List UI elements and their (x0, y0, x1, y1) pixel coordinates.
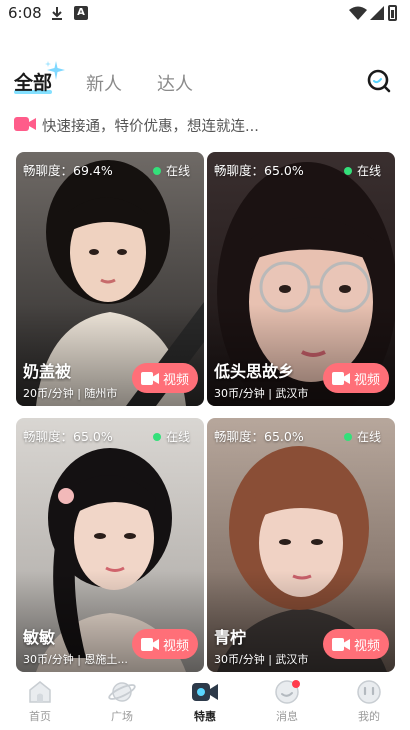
online-status: 在线 (152, 162, 190, 179)
unread-badge (292, 680, 300, 688)
status-time: 6:08 (8, 4, 42, 22)
host-card[interactable]: 畅聊度：65.0% 在线 低头思故乡 30币/分钟 | 武汉市 视频 (207, 152, 395, 406)
host-meta: 30币/分钟 | 武汉市 (214, 653, 309, 666)
nav-profile-label: 我的 (358, 710, 380, 723)
host-meta: 20币/分钟 | 随州市 (23, 387, 118, 400)
video-camera-icon (140, 637, 159, 651)
video-camera-icon (140, 371, 159, 385)
nav-messages[interactable]: 消息 (257, 680, 317, 724)
download-icon (52, 7, 62, 20)
online-status: 在线 (343, 428, 381, 445)
battery-icon (388, 5, 397, 21)
video-camera-icon (331, 637, 350, 651)
wifi-icon (349, 6, 367, 20)
host-card[interactable]: 畅聊度：65.0% 在线 敏敏 30币/分钟 | 恩施土... 视频 (16, 418, 204, 672)
nav-home-label: 首页 (29, 710, 51, 723)
home-icon (29, 681, 51, 703)
video-call-button[interactable]: 视频 (132, 363, 198, 393)
chat-rate: 畅聊度：69.4% (23, 163, 113, 178)
search-icon[interactable] (366, 68, 392, 94)
nav-square[interactable]: 广场 (92, 680, 152, 724)
host-card[interactable]: 畅聊度：65.0% 在线 青柠 30币/分钟 | 武汉市 视频 (207, 418, 395, 672)
online-dot-icon (343, 432, 352, 441)
tab-new[interactable]: 新人 (86, 70, 122, 96)
promo-text: 快速接通，特价优惠，想连就连... (42, 119, 259, 135)
host-name: 敏敏 (23, 628, 56, 647)
online-dot-icon (152, 166, 161, 175)
nav-special[interactable]: 特惠 (175, 680, 235, 724)
chat-rate: 畅聊度：65.0% (214, 429, 304, 444)
host-meta: 30币/分钟 | 恩施土... (23, 653, 128, 666)
chat-rate: 畅聊度：65.0% (214, 163, 304, 178)
video-call-button[interactable]: 视频 (132, 629, 198, 659)
nav-messages-label: 消息 (276, 710, 298, 723)
signal-icon (370, 6, 384, 20)
planet-icon (108, 682, 136, 702)
nav-square-label: 广场 (111, 710, 133, 723)
profile-icon (357, 680, 381, 704)
online-status: 在线 (152, 428, 190, 445)
online-dot-icon (343, 166, 352, 175)
nav-special-label: 特惠 (194, 710, 216, 723)
video-camera-icon (331, 371, 350, 385)
online-dot-icon (152, 432, 161, 441)
status-bar: 6:08 A (0, 0, 410, 30)
tab-all[interactable]: 全部 (14, 68, 52, 95)
host-meta: 30币/分钟 | 武汉市 (214, 387, 309, 400)
online-status: 在线 (343, 162, 381, 179)
tab-expert[interactable]: 达人 (157, 70, 193, 96)
chat-rate: 畅聊度：65.0% (23, 429, 113, 444)
host-name: 奶盖被 (23, 362, 72, 381)
host-card[interactable]: 畅聊度：69.4% 在线 奶盖被 20币/分钟 | 随州市 视频 (16, 152, 204, 406)
video-call-button[interactable]: 视频 (323, 629, 389, 659)
video-camera-icon (192, 683, 218, 701)
a-app-icon: A (74, 6, 88, 20)
host-name: 低头思故乡 (214, 362, 295, 381)
nav-home[interactable]: 首页 (10, 680, 70, 724)
nav-profile[interactable]: 我的 (339, 680, 399, 724)
bottom-nav: 首页 广场 特惠 消息 我的 (0, 674, 410, 730)
video-call-button[interactable]: 视频 (323, 363, 389, 393)
host-name: 青柠 (214, 628, 247, 647)
video-camera-icon (14, 117, 36, 131)
